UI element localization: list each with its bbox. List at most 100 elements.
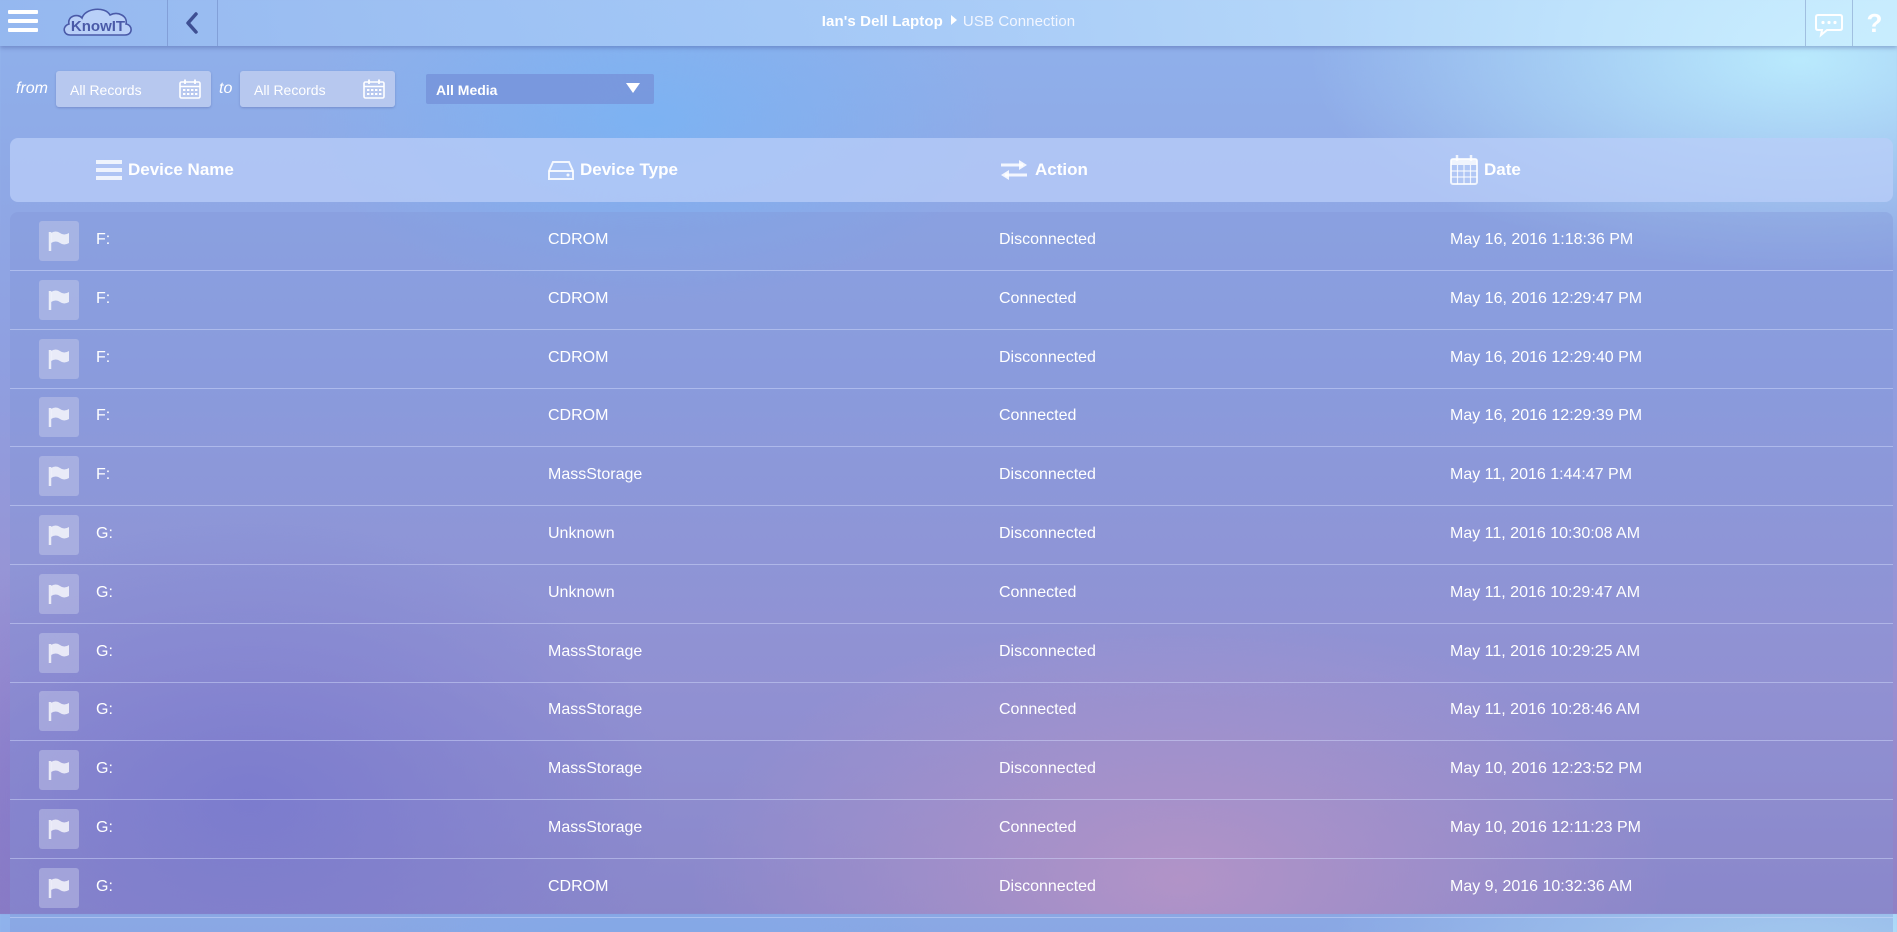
- from-label: from: [16, 80, 48, 97]
- cell-action: Disconnected: [999, 877, 1096, 895]
- breadcrumb-caret-icon: [950, 15, 957, 25]
- flag-button[interactable]: [39, 809, 79, 849]
- cell-device-type: CDROM: [548, 877, 609, 895]
- cell-date: May 16, 2016 1:18:36 PM: [1450, 231, 1634, 248]
- flag-icon: [48, 231, 69, 251]
- cell-date: May 11, 2016 1:44:47 PM: [1450, 466, 1633, 484]
- cell-date: May 16, 2016 12:29:40 PM: [1450, 348, 1643, 366]
- table-row[interactable]: G: CDROM Disconnected May 9, 2016 10:32:36 …: [10, 859, 1893, 918]
- table-row[interactable]: G: Unknown Connected May 11, 2016 10:29:47 …: [10, 565, 1893, 624]
- flag-icon: [48, 290, 69, 310]
- cell-device-name: F:: [96, 348, 111, 366]
- from-date-value: All Records: [70, 82, 142, 98]
- drive-icon: [548, 161, 574, 180]
- flag-button[interactable]: [39, 279, 79, 320]
- flag-icon: [48, 525, 69, 545]
- to-date-value: All Records: [254, 82, 326, 98]
- column-header-label: Device Name: [128, 160, 234, 179]
- column-header-date[interactable]: Date: [1450, 138, 1521, 202]
- cell-device-name: F:: [96, 466, 111, 484]
- cell-date: May 11, 2016 10:29:47 AM: [1450, 583, 1641, 601]
- flag-button[interactable]: [39, 515, 79, 555]
- cell-device-type: MassStorage: [548, 642, 643, 660]
- cell-device-name: G:: [96, 583, 113, 601]
- flag-icon: [48, 819, 69, 839]
- table-row[interactable]: G: MassStorage Disconnected May 10, 2016 12…: [10, 741, 1893, 801]
- chat-bubble-icon: [1815, 14, 1843, 38]
- flag-button[interactable]: [39, 456, 79, 497]
- cell-device-name: G:: [96, 642, 113, 660]
- table-row[interactable]: F: CDROM Connected May 16, 2016 12:29:39 PM: [10, 388, 1893, 448]
- table-row[interactable]: G: MassStorage Disconnected May 11, 2016 10…: [10, 624, 1893, 683]
- table-row[interactable]: F: MassStorage Disconnected May 11, 2016 1:…: [10, 447, 1893, 507]
- cell-date: May 10, 2016 12:11:23 PM: [1450, 819, 1641, 836]
- media-filter-select[interactable]: All Media: [426, 74, 654, 104]
- flag-icon: [48, 407, 69, 428]
- cell-device-type: MassStorage: [548, 466, 643, 484]
- cell-device-name: G:: [96, 701, 113, 719]
- table-header: Device Name Device Type Action Date: [10, 138, 1893, 202]
- cell-device-type: MassStorage: [548, 701, 643, 719]
- help-button[interactable]: ?: [1852, 0, 1897, 46]
- cell-device-type: Unknown: [548, 583, 615, 601]
- flag-button[interactable]: [39, 632, 79, 673]
- media-filter-value: All Media: [436, 82, 498, 98]
- flag-icon: [48, 760, 69, 781]
- cell-device-name: F:: [96, 407, 111, 425]
- flag-icon: [48, 466, 69, 487]
- cell-device-name: G:: [96, 819, 113, 836]
- cell-date: May 16, 2016 12:29:47 PM: [1450, 289, 1643, 307]
- table-row[interactable]: G: MassStorage Connected May 10, 2016 12:11…: [10, 800, 1893, 859]
- cell-device-name: G:: [96, 760, 113, 778]
- column-header-device-type[interactable]: Device Type: [548, 138, 678, 202]
- calendar-icon: [1450, 155, 1478, 185]
- flag-icon: [48, 878, 69, 898]
- cell-action: Disconnected: [999, 231, 1096, 248]
- to-label: to: [219, 80, 233, 97]
- table-row[interactable]: F: CDROM Connected May 16, 2016 12:29:47 PM: [10, 271, 1893, 330]
- cell-action: Connected: [999, 819, 1077, 836]
- to-date-picker[interactable]: All Records: [240, 71, 395, 107]
- table-row[interactable]: G: Unknown Disconnected May 11, 2016 10:30:…: [10, 506, 1893, 565]
- flag-icon: [48, 584, 69, 604]
- calendar-icon[interactable]: [179, 79, 201, 99]
- cell-action: Disconnected: [999, 760, 1096, 778]
- cell-action: Disconnected: [999, 642, 1096, 660]
- cell-device-type: MassStorage: [548, 760, 643, 778]
- calendar-icon[interactable]: [363, 79, 385, 99]
- flag-button[interactable]: [39, 397, 79, 438]
- table-body: F: CDROM Disconnected May 16, 2016 1:18:36 …: [10, 212, 1893, 932]
- flag-button[interactable]: [39, 691, 79, 732]
- column-header-action[interactable]: Action: [999, 138, 1088, 202]
- cell-date: May 11, 2016 10:30:08 AM: [1450, 525, 1641, 542]
- flag-button[interactable]: [39, 221, 79, 261]
- flag-button[interactable]: [39, 338, 79, 379]
- cell-date: May 11, 2016 10:29:25 AM: [1450, 642, 1641, 660]
- column-header-device-name[interactable]: Device Name: [96, 138, 234, 202]
- cell-device-name: G:: [96, 525, 113, 542]
- chat-button[interactable]: [1806, 0, 1852, 46]
- cell-action: Connected: [999, 701, 1077, 719]
- table-row[interactable]: F: CDROM Disconnected May 16, 2016 1:18:36 …: [10, 212, 1893, 271]
- flag-button[interactable]: [39, 573, 79, 614]
- cell-device-type: MassStorage: [548, 819, 643, 836]
- breadcrumb-page: USB Connection: [962, 13, 1076, 30]
- cell-device-name: F:: [96, 231, 111, 248]
- cell-device-type: CDROM: [548, 407, 609, 425]
- column-header-label: Date: [1484, 160, 1521, 179]
- cell-action: Connected: [999, 407, 1077, 425]
- cell-date: May 10, 2016 12:23:52 PM: [1450, 760, 1643, 778]
- cell-device-type: CDROM: [548, 231, 609, 248]
- cell-action: Connected: [999, 289, 1077, 307]
- cell-action: Disconnected: [999, 348, 1096, 366]
- flag-button[interactable]: [39, 750, 79, 791]
- breadcrumb-device[interactable]: Ian's Dell Laptop: [822, 13, 943, 30]
- table-row[interactable]: F: CDROM Disconnected May 16, 2016 12:29:40…: [10, 330, 1893, 389]
- cell-date: May 16, 2016 12:29:39 PM: [1450, 407, 1643, 425]
- column-header-label: Action: [1035, 160, 1088, 179]
- triangle-down-icon: [626, 83, 640, 93]
- flag-icon: [48, 701, 69, 722]
- from-date-picker[interactable]: All Records: [56, 71, 211, 107]
- flag-button[interactable]: [39, 867, 79, 908]
- table-row[interactable]: G: MassStorage Connected May 11, 2016 10:28…: [10, 682, 1893, 742]
